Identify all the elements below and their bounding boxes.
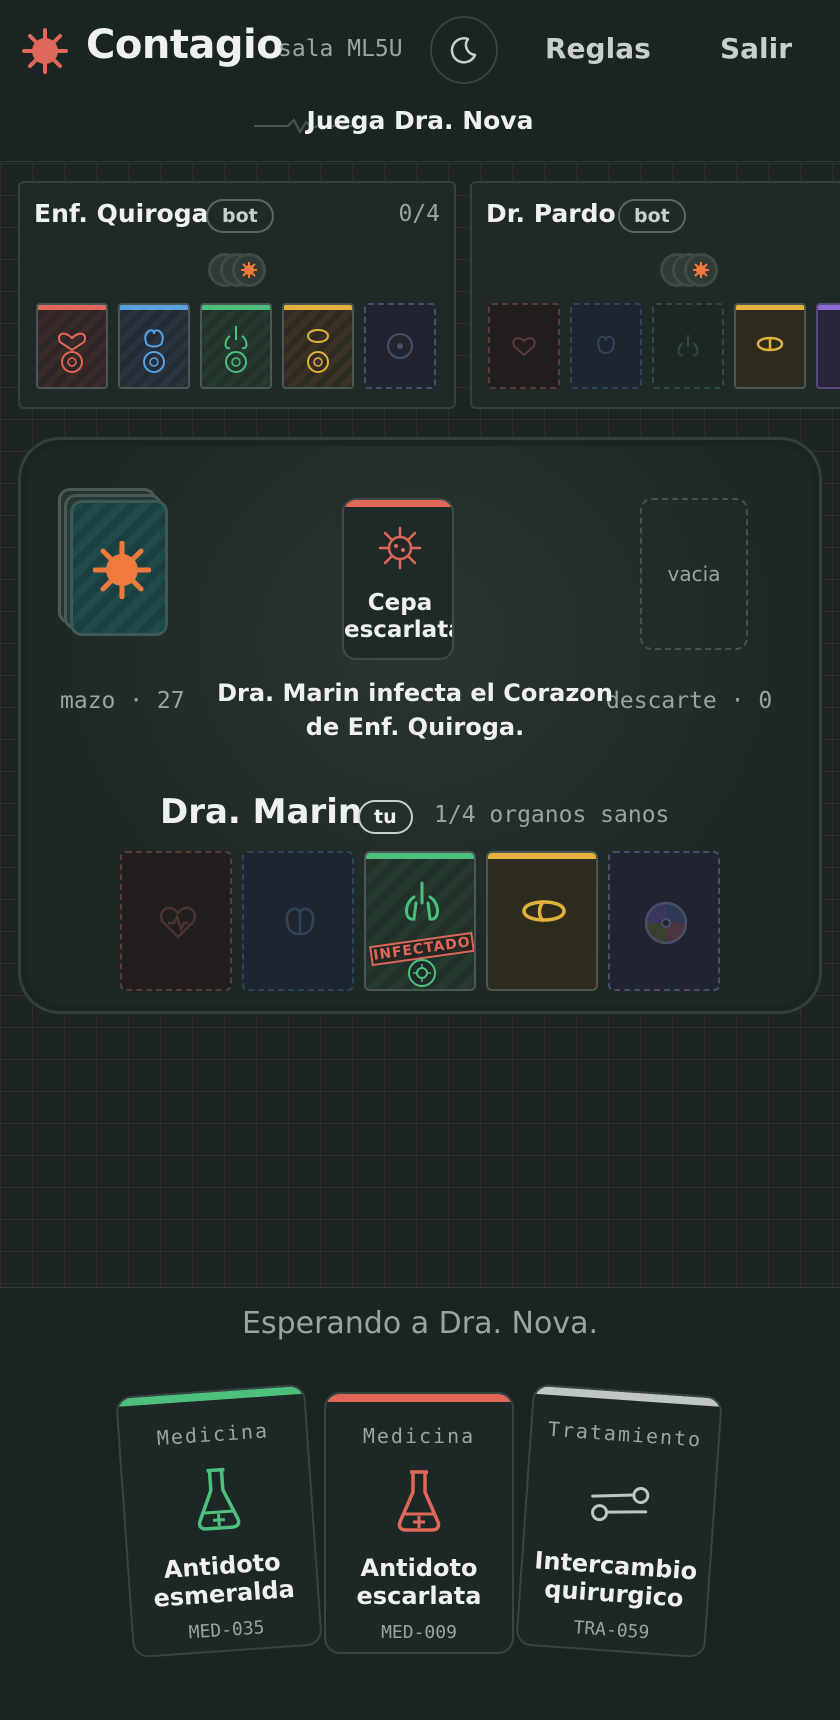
you-badge: tu	[358, 800, 413, 834]
virus-token-icon	[408, 959, 436, 987]
bone-icon	[522, 899, 566, 923]
brain-icon	[597, 335, 615, 354]
infected-heart-icon	[58, 332, 86, 373]
card-code: MED-035	[188, 1617, 266, 1644]
organ-slot-heart[interactable]	[36, 303, 108, 389]
turn-indicator: Juega Dra. Nova	[306, 106, 534, 135]
scissors-swap-icon	[591, 1486, 650, 1522]
last-card-title: Cepa escarlata	[344, 590, 454, 643]
card-name: Antidoto escarlata	[356, 1554, 482, 1610]
moon-icon	[450, 37, 477, 64]
discard-pile[interactable]: vacia	[640, 498, 748, 650]
card-code: TRA-059	[572, 1617, 650, 1644]
card-name: Antidoto esmeralda	[152, 1547, 296, 1613]
organ-slot-lungs-empty[interactable]	[652, 303, 724, 389]
organ-slot-bone[interactable]	[734, 303, 806, 389]
card-type: Tratamiento	[547, 1416, 703, 1452]
infected-bone-icon	[306, 329, 330, 373]
virus-chips	[208, 253, 278, 289]
organ-slot-bone[interactable]	[282, 303, 354, 389]
player-name: Dra. Marin	[160, 792, 363, 832]
virus-logo-icon	[22, 28, 68, 74]
brain-icon	[285, 907, 315, 936]
app-title: Contagio	[86, 22, 284, 68]
opponent-panel[interactable]: Enf. Quiroga bot 0/4	[18, 181, 456, 409]
lungs-icon	[677, 335, 699, 357]
organ-slot-heart-empty[interactable]	[488, 303, 560, 389]
bone-icon	[756, 336, 784, 352]
last-played-card: Cepa escarlata	[342, 498, 454, 660]
action-log: Dra. Marin infecta el Corazon de Enf. Qu…	[217, 679, 613, 741]
virus-chips	[660, 253, 730, 289]
heart-icon	[512, 337, 536, 357]
header: Contagio sala ML5U Reglas Salir Juega Dr…	[0, 0, 840, 162]
card-name: Intercambio quirurgico	[533, 1546, 699, 1613]
opponent-panel[interactable]: Dr. Pardo bot	[470, 181, 840, 409]
player-status: 1/4 organos sanos	[434, 802, 670, 828]
bot-badge: bot	[206, 199, 274, 233]
discard-count: descarte · 0	[606, 688, 773, 714]
opponent-name: Dr. Pardo	[486, 199, 616, 228]
my-organ-slot-bone[interactable]	[486, 851, 598, 991]
flask-icon	[397, 1470, 441, 1532]
card-type: Medicina	[362, 1424, 476, 1448]
my-organ-slot-lungs-infected[interactable]: INFECTADO	[364, 851, 476, 991]
opponent-name: Enf. Quiroga	[34, 199, 209, 228]
hand-card[interactable]: Tratamiento Intercambio quirurgico TRA-0…	[515, 1383, 723, 1659]
flask-icon	[197, 1467, 241, 1531]
organ-slot-lungs[interactable]	[200, 303, 272, 389]
wildcard-organ-icon	[387, 333, 413, 359]
sun-token-icon	[684, 253, 718, 287]
virus-icon	[378, 526, 422, 570]
organ-slot-wildcard-empty[interactable]	[364, 303, 436, 389]
lungs-icon	[405, 881, 439, 921]
theme-toggle-button[interactable]	[430, 16, 498, 84]
infected-lungs-icon	[224, 326, 248, 373]
organ-slot-wildcard[interactable]	[816, 303, 840, 389]
deck-count: mazo · 27	[60, 688, 185, 714]
my-organ-slot-heart-empty[interactable]	[120, 851, 232, 991]
waiting-message: Esperando a Dra. Nova.	[241, 1306, 599, 1341]
bot-badge: bot	[618, 199, 686, 233]
organ-slot-brain[interactable]	[118, 303, 190, 389]
card-type: Medicina	[156, 1418, 270, 1451]
hand-card[interactable]: Medicina Antidoto esmeralda MED-035	[115, 1383, 323, 1659]
my-organ-slot-wildcard-empty[interactable]	[608, 851, 720, 991]
sun-emblem-icon	[93, 541, 151, 599]
room-code: sala ML5U	[278, 36, 403, 62]
sun-token-icon	[232, 253, 266, 287]
wildcard-organ-icon	[644, 901, 688, 945]
exit-link[interactable]: Salir	[720, 32, 792, 65]
heart-icon	[159, 906, 197, 939]
organ-count: 0/4	[398, 201, 440, 227]
my-organ-slot-brain-empty[interactable]	[242, 851, 354, 991]
hand-card[interactable]: Medicina Antidoto escarlata MED-009	[324, 1392, 514, 1654]
card-code: MED-009	[381, 1622, 457, 1643]
infected-brain-icon	[143, 329, 165, 373]
rules-link[interactable]: Reglas	[545, 32, 651, 65]
organ-slot-brain-empty[interactable]	[570, 303, 642, 389]
